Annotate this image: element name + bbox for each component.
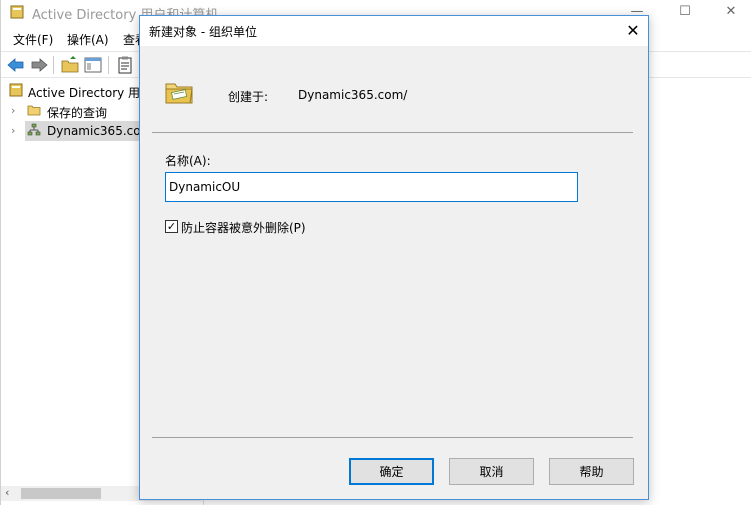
maximize-button[interactable]: ☐ [662, 0, 708, 26]
folder-icon [27, 105, 41, 116]
menu-action[interactable]: 操作(A) [67, 31, 109, 48]
name-label: 名称(A): [165, 154, 211, 168]
created-in-value: Dynamic365.com/ [298, 88, 408, 102]
dialog-close-button[interactable]: ✕ [618, 16, 648, 46]
help-button[interactable]: 帮助 [549, 458, 634, 485]
domain-icon [27, 123, 41, 136]
name-input[interactable] [165, 172, 578, 202]
console-tree-icon[interactable] [83, 55, 103, 75]
toolbar-separator [108, 56, 109, 74]
toolbar-separator [53, 56, 54, 74]
created-in-label: 创建于: [228, 90, 269, 104]
ad-snapin-icon [9, 83, 23, 97]
clipboard-icon[interactable] [115, 55, 135, 75]
tree-item-label: Dynamic365.com [47, 124, 153, 138]
dialog-title: 新建对象 - 组织单位 [149, 25, 257, 39]
main-close-button[interactable]: ✕ [708, 0, 751, 26]
protect-from-deletion-checkbox[interactable]: ✓ [165, 220, 178, 233]
divider [152, 437, 633, 438]
organizational-unit-icon [165, 83, 193, 104]
ad-snapin-icon [10, 5, 24, 19]
chevron-right-icon[interactable]: › [11, 124, 15, 137]
up-folder-icon[interactable] [60, 55, 80, 75]
chevron-right-icon[interactable]: › [11, 104, 15, 117]
dialog-titlebar: 新建对象 - 组织单位 ✕ [140, 16, 648, 46]
menu-file[interactable]: 文件(F) [13, 31, 53, 48]
forward-arrow-icon[interactable] [29, 55, 49, 75]
scrollbar-thumb[interactable] [21, 488, 101, 499]
scroll-left-icon[interactable]: ‹ [5, 486, 9, 499]
cancel-button[interactable]: 取消 [449, 458, 534, 485]
new-ou-dialog: 新建对象 - 组织单位 ✕ 创建于: Dynamic365.com/ 名称(A)… [139, 15, 649, 500]
ok-button[interactable]: 确定 [349, 458, 434, 485]
divider [152, 132, 633, 133]
protect-from-deletion-label[interactable]: 防止容器被意外删除(P) [181, 219, 306, 236]
tree-item-label: 保存的查询 [47, 106, 108, 120]
back-arrow-icon[interactable] [6, 55, 26, 75]
